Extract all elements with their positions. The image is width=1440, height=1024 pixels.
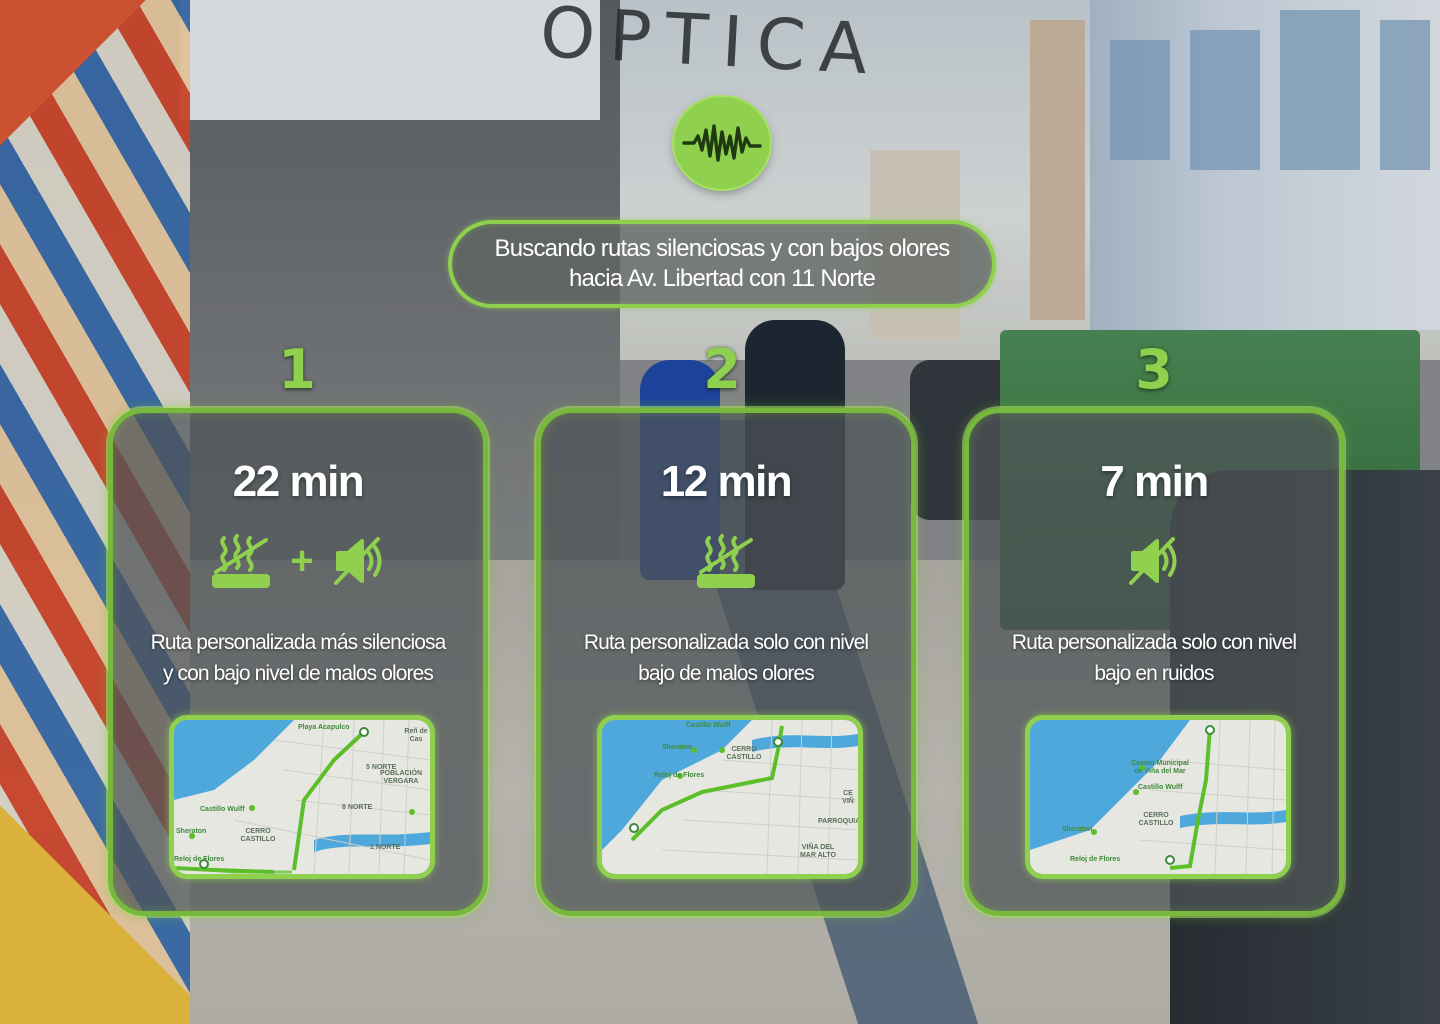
map-label: CERRO CASTILLO xyxy=(1138,812,1174,827)
route-description: Ruta personalizada más silenciosa y con … xyxy=(125,627,471,689)
route-feature-icons xyxy=(969,531,1339,591)
low-odor-icon xyxy=(210,532,272,590)
route-time: 7 min xyxy=(1100,457,1209,506)
search-status-line2: hacia Av. Libertad con 11 Norte xyxy=(568,265,876,292)
route-description-line1: Ruta personalizada más silenciosa xyxy=(150,631,447,654)
map-label: POBLACIÓN VERGARA xyxy=(380,770,422,785)
route-description: Ruta personalizada solo con nivel bajo d… xyxy=(553,627,899,689)
map-label: Casino Municipal de Viña del Mar xyxy=(1131,760,1189,775)
search-status-pill: Buscando rutas silenciosas y con bajos o… xyxy=(448,220,996,308)
search-status-line1: Buscando rutas silenciosas y con bajos o… xyxy=(494,235,951,262)
low-odor-icon xyxy=(695,532,757,590)
route-description-line1: Ruta personalizada solo con nivel xyxy=(583,631,869,654)
map-label: Castillo Wulff xyxy=(200,806,245,813)
route-card-3[interactable]: 7 min Ruta personalizada solo con nivel … xyxy=(964,408,1344,916)
route-card-2[interactable]: 12 min Ruta personalizada solo con nivel… xyxy=(536,408,916,916)
map-label: Reñ de Cas xyxy=(404,728,428,743)
map-label: Sheraton xyxy=(176,828,207,835)
map-label: VIÑA DEL MAR ALTO xyxy=(799,844,837,859)
route-time: 22 min xyxy=(232,457,365,506)
map-label: Castillo Wulff xyxy=(1138,784,1183,791)
map-label: Sheraton xyxy=(1062,826,1093,833)
route-number-1: 1 xyxy=(278,338,316,401)
route-map-3[interactable]: Casino Municipal de Viña del Mar Castill… xyxy=(1025,715,1291,879)
map-label: Castillo Wulff xyxy=(686,722,731,729)
map-label: Playa Acapulco xyxy=(298,724,350,731)
muted-sound-icon xyxy=(1127,535,1181,587)
route-feature-icons xyxy=(541,531,911,591)
map-label: Sheraton xyxy=(662,744,693,751)
map-label: Reloj de Flores xyxy=(654,772,705,779)
map-label: CE VIÑ xyxy=(842,790,854,805)
map-label: Reloj de Flores xyxy=(174,856,225,863)
route-feature-icons: + xyxy=(113,531,483,591)
route-description: Ruta personalizada solo con nivel bajo e… xyxy=(981,627,1327,689)
route-number-3: 3 xyxy=(1135,338,1173,401)
route-time: 12 min xyxy=(660,457,793,506)
plus-icon: + xyxy=(290,539,314,583)
sound-wave-icon xyxy=(674,97,770,189)
map-label: 1 NORTE xyxy=(370,844,401,851)
map-label: 5 NORTE xyxy=(366,764,397,771)
route-description-line2: y con bajo nivel de malos olores xyxy=(162,662,434,685)
route-description-line2: bajo de malos olores xyxy=(638,662,815,685)
route-map-1[interactable]: Playa Acapulco Reñ de Cas POBLACIÓN VERG… xyxy=(169,715,435,879)
map-label: CERRO CASTILLO xyxy=(240,828,276,843)
route-description-line1: Ruta personalizada solo con nivel xyxy=(1011,631,1297,654)
map-label: 8 NORTE xyxy=(342,804,373,811)
route-description-line2: bajo en ruidos xyxy=(1094,662,1214,685)
route-map-2[interactable]: Castillo Wulff Sheraton CERRO CASTILLO R… xyxy=(597,715,863,879)
map-label: CERRO CASTILLO xyxy=(726,746,762,761)
route-card-1[interactable]: 22 min + Ruta personalizada más silencio… xyxy=(108,408,488,916)
muted-sound-icon xyxy=(332,535,386,587)
map-label: Reloj de Flores xyxy=(1070,856,1121,863)
map-label: PARROQUIA xyxy=(818,818,861,825)
route-number-2: 2 xyxy=(703,338,741,401)
